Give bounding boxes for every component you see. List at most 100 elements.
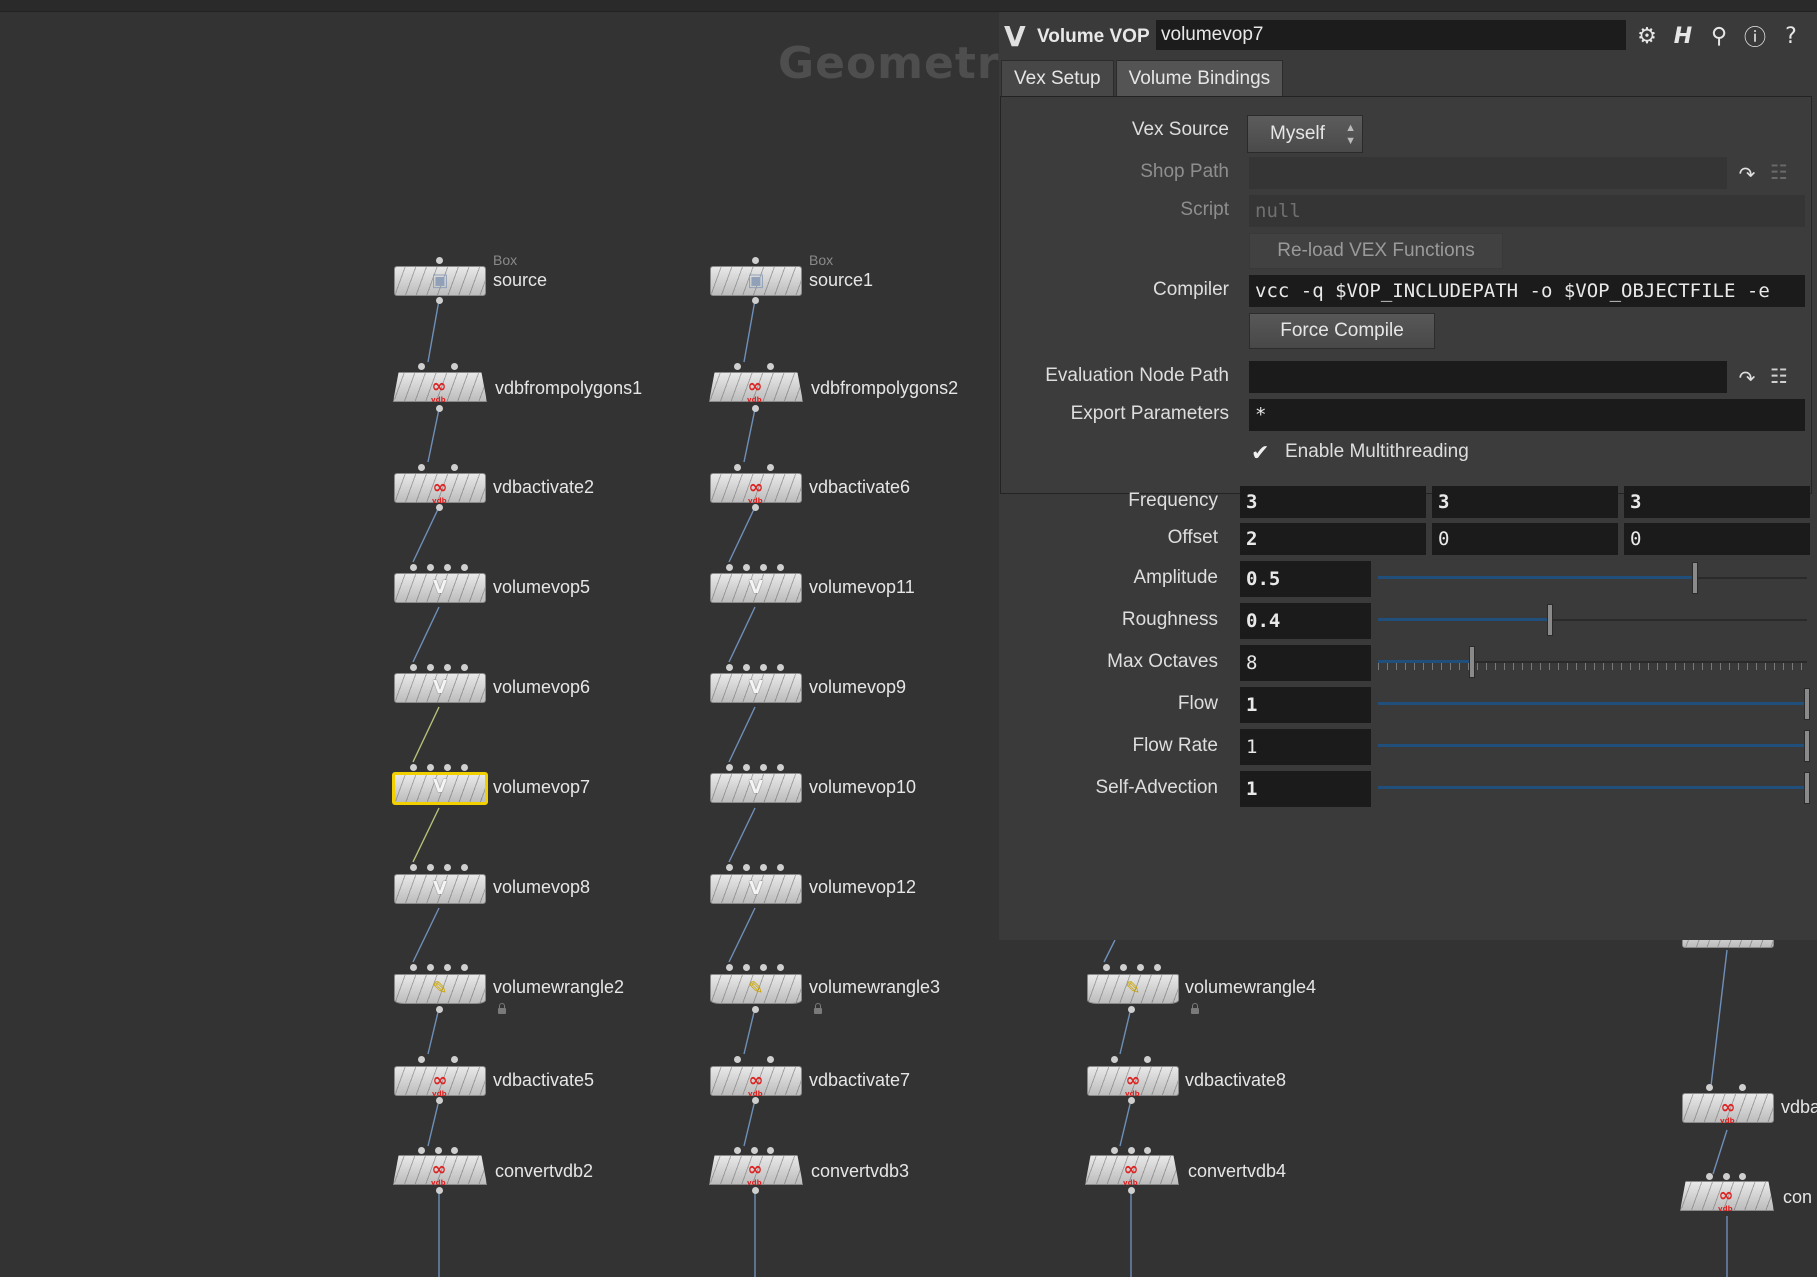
- frequency-z-field[interactable]: 3: [1624, 486, 1810, 518]
- input-connector[interactable]: [444, 964, 451, 971]
- input-connector[interactable]: [1706, 1084, 1713, 1091]
- node-volumevop9[interactable]: V: [710, 673, 802, 703]
- node-vdbactivate7[interactable]: ∞ vdb: [710, 1066, 802, 1098]
- output-connector[interactable]: [436, 1097, 443, 1104]
- self-advection-slider-handle[interactable]: [1804, 772, 1810, 804]
- input-connector[interactable]: [777, 564, 784, 571]
- input-connector[interactable]: [461, 564, 468, 571]
- input-connector[interactable]: [461, 764, 468, 771]
- input-connector[interactable]: [760, 664, 767, 671]
- input-connector[interactable]: [444, 764, 451, 771]
- input-connector[interactable]: [427, 864, 434, 871]
- max-octaves-field[interactable]: 8: [1240, 645, 1371, 681]
- input-connector[interactable]: [444, 864, 451, 871]
- input-connector[interactable]: [1154, 964, 1161, 971]
- output-connector[interactable]: [436, 504, 443, 511]
- self-advection-field[interactable]: 1: [1240, 771, 1371, 807]
- input-connector[interactable]: [726, 864, 733, 871]
- input-connector[interactable]: [427, 764, 434, 771]
- input-connector[interactable]: [767, 1056, 774, 1063]
- input-connector[interactable]: [451, 1056, 458, 1063]
- offset-x-field[interactable]: 2: [1240, 523, 1426, 555]
- output-connector[interactable]: [1128, 1006, 1135, 1013]
- node-volumevop5[interactable]: V: [394, 573, 486, 603]
- node-volumewrangle3[interactable]: ✎: [710, 974, 802, 1004]
- input-connector[interactable]: [743, 764, 750, 771]
- shop-path-field[interactable]: [1249, 157, 1727, 189]
- input-connector[interactable]: [734, 1056, 741, 1063]
- node-name-field[interactable]: volumevop7: [1156, 20, 1626, 50]
- input-connector[interactable]: [726, 964, 733, 971]
- input-connector[interactable]: [734, 363, 741, 370]
- input-connector[interactable]: [743, 964, 750, 971]
- checkmark-icon[interactable]: ✔: [1251, 443, 1273, 465]
- input-connector[interactable]: [1144, 1147, 1151, 1154]
- node-convertvdb2[interactable]: ∞ vdb: [393, 1155, 487, 1187]
- input-connector[interactable]: [726, 764, 733, 771]
- output-connector[interactable]: [1128, 1187, 1135, 1194]
- input-connector[interactable]: [743, 864, 750, 871]
- node-volumevop7-selected[interactable]: V: [392, 772, 488, 805]
- output-connector[interactable]: [1128, 1097, 1135, 1104]
- input-connector[interactable]: [777, 764, 784, 771]
- input-connector[interactable]: [1144, 1056, 1151, 1063]
- input-connector[interactable]: [427, 564, 434, 571]
- output-connector[interactable]: [752, 1187, 759, 1194]
- evaluation-node-path-field[interactable]: [1249, 361, 1727, 393]
- input-connector[interactable]: [436, 257, 443, 264]
- flow-rate-field[interactable]: 1: [1240, 729, 1371, 765]
- frequency-x-field[interactable]: 3: [1240, 486, 1426, 518]
- node-vdbactivate6[interactable]: ∞ vdb: [710, 473, 802, 505]
- help-icon[interactable]: ?: [1776, 22, 1806, 50]
- tab-volume-bindings[interactable]: Volume Bindings: [1115, 60, 1284, 96]
- input-connector[interactable]: [410, 564, 417, 571]
- compiler-field[interactable]: vcc -q $VOP_INCLUDEPATH -o $VOP_OBJECTFI…: [1249, 275, 1805, 307]
- input-connector[interactable]: [760, 864, 767, 871]
- gear-icon[interactable]: ⚙: [1632, 22, 1662, 50]
- node-volumewrangle4[interactable]: ✎: [1087, 974, 1179, 1004]
- output-connector[interactable]: [752, 405, 759, 412]
- input-connector[interactable]: [418, 363, 425, 370]
- flow-slider-handle[interactable]: [1804, 688, 1810, 720]
- output-connector[interactable]: [752, 1097, 759, 1104]
- input-connector[interactable]: [760, 564, 767, 571]
- node-vdbactivate8[interactable]: ∞ vdb: [1087, 1066, 1179, 1098]
- output-connector[interactable]: [752, 504, 759, 511]
- export-parameters-field[interactable]: *: [1249, 399, 1805, 431]
- input-connector[interactable]: [726, 664, 733, 671]
- input-connector[interactable]: [418, 1056, 425, 1063]
- node-volumewrangle2[interactable]: ✎: [394, 974, 486, 1004]
- node-source1[interactable]: ▣: [710, 266, 802, 296]
- input-connector[interactable]: [767, 1147, 774, 1154]
- output-connector[interactable]: [436, 1006, 443, 1013]
- output-connector[interactable]: [752, 1006, 759, 1013]
- jump-to-node-icon[interactable]: ↷: [1733, 365, 1761, 391]
- input-connector[interactable]: [444, 664, 451, 671]
- input-connector[interactable]: [743, 564, 750, 571]
- input-connector[interactable]: [1128, 1147, 1135, 1154]
- input-connector[interactable]: [461, 664, 468, 671]
- node-volumevop12[interactable]: V: [710, 874, 802, 904]
- input-connector[interactable]: [734, 464, 741, 471]
- input-connector[interactable]: [777, 964, 784, 971]
- vex-source-menu[interactable]: Myself ▲ ▼: [1247, 115, 1363, 153]
- input-connector[interactable]: [461, 964, 468, 971]
- input-connector[interactable]: [451, 1147, 458, 1154]
- script-field[interactable]: null: [1249, 195, 1805, 227]
- input-connector[interactable]: [451, 464, 458, 471]
- houdini-help-icon[interactable]: H: [1668, 22, 1698, 50]
- input-connector[interactable]: [427, 664, 434, 671]
- input-connector[interactable]: [1706, 1173, 1713, 1180]
- input-connector[interactable]: [444, 564, 451, 571]
- input-connector[interactable]: [760, 764, 767, 771]
- input-connector[interactable]: [726, 564, 733, 571]
- input-connector[interactable]: [1739, 1173, 1746, 1180]
- roughness-field[interactable]: 0.4: [1240, 603, 1371, 639]
- amplitude-slider-handle[interactable]: [1692, 562, 1698, 594]
- input-connector[interactable]: [410, 964, 417, 971]
- node-volumevop6[interactable]: V: [394, 673, 486, 703]
- output-connector[interactable]: [436, 1187, 443, 1194]
- node-convertvdb4[interactable]: ∞ vdb: [1085, 1155, 1179, 1187]
- flow-field[interactable]: 1: [1240, 687, 1371, 723]
- reload-vex-functions-button[interactable]: Re-load VEX Functions: [1249, 233, 1503, 269]
